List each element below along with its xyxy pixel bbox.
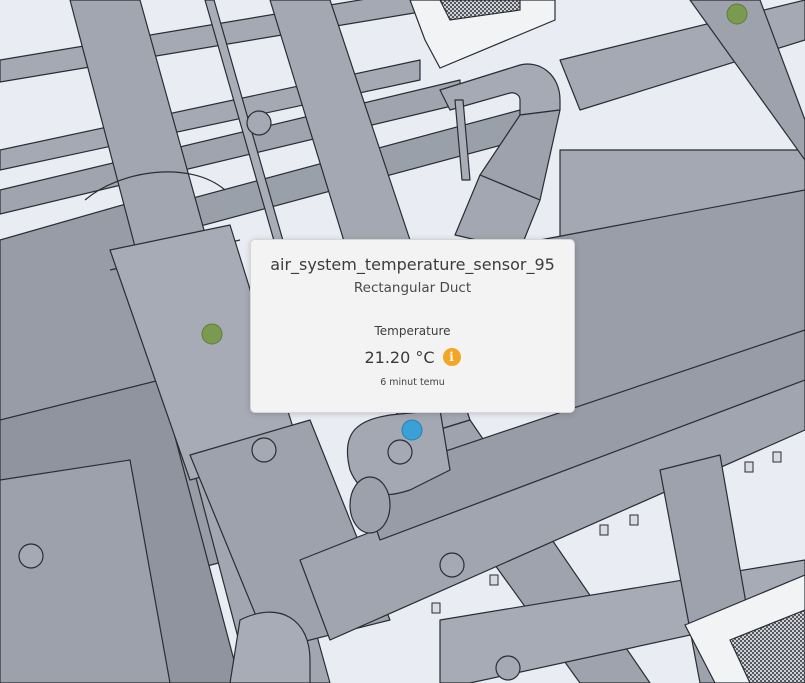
info-icon[interactable]: i [442, 348, 461, 366]
sensor-tooltip: air_system_temperature_sensor_95 Rectang… [250, 239, 575, 413]
3d-model-viewport[interactable]: air_system_temperature_sensor_95 Rectang… [0, 0, 805, 683]
property-value-row: 21.20 °C i [251, 346, 574, 368]
sensor-marker-green[interactable] [201, 323, 223, 345]
sensor-marker-blue[interactable] [401, 419, 423, 441]
last-updated-time: 6 minut temu [380, 377, 445, 388]
element-type: Rectangular Duct [353, 280, 472, 296]
sensor-marker-green[interactable] [726, 3, 748, 25]
sensor-name: air_system_temperature_sensor_95 [270, 255, 555, 274]
property-value: 21.20 °C [364, 347, 435, 367]
property-label: Temperature [374, 324, 451, 338]
